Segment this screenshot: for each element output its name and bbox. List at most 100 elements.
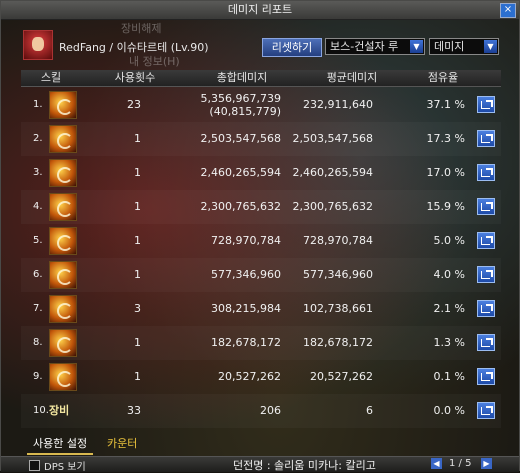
col-average: 평균데미지 bbox=[326, 71, 378, 84]
ghost-myinfo-text: 내 정보(H) bbox=[129, 55, 180, 68]
row-share: 17.0 % bbox=[401, 156, 465, 190]
tab-bar: 사용한 설정 카운터 bbox=[21, 433, 501, 455]
skill-icon bbox=[49, 363, 77, 391]
row-share: 4.0 % bbox=[401, 258, 465, 292]
tab-used-settings[interactable]: 사용한 설정 bbox=[27, 435, 94, 455]
row-share: 37.1 % bbox=[401, 88, 465, 122]
row-average: 2,503,547,568 bbox=[292, 132, 373, 145]
share-arrow-icon[interactable] bbox=[477, 368, 495, 385]
row-share-value: 2.1 bbox=[433, 302, 452, 315]
col-total: 총합데미지 bbox=[216, 71, 268, 84]
row-total: 20,527,262 bbox=[218, 370, 281, 383]
table-row[interactable]: 2. 1 2,503,547,568 2,503,547,568 17.3 % bbox=[21, 122, 501, 156]
stat-select[interactable]: 데미지 ▼ bbox=[429, 38, 499, 55]
row-share-unit: % bbox=[454, 404, 465, 417]
chevron-down-icon[interactable]: ▼ bbox=[484, 40, 497, 53]
close-icon[interactable]: × bbox=[500, 3, 516, 18]
row-share-unit: % bbox=[454, 200, 465, 213]
reset-button[interactable]: 리셋하기 bbox=[262, 38, 322, 57]
avatar-face bbox=[32, 37, 44, 51]
row-share: 15.9 % bbox=[401, 190, 465, 224]
share-arrow-icon[interactable] bbox=[477, 130, 495, 147]
row-rank: 8. bbox=[33, 337, 43, 348]
row-average: 6 bbox=[366, 404, 373, 417]
row-total: 206 bbox=[260, 404, 281, 417]
skill-icon bbox=[49, 91, 77, 119]
col-count: 사용횟수 bbox=[114, 71, 156, 84]
row-share: 1.3 % bbox=[401, 326, 465, 360]
row-share: 0.0 % bbox=[401, 394, 465, 428]
row-average: 232,911,640 bbox=[303, 98, 373, 111]
share-arrow-icon[interactable] bbox=[477, 198, 495, 215]
damage-report-window: 데미지 리포트 × 장비해제 내 정보(H) RedFang / 이슈타르테 (… bbox=[0, 0, 520, 473]
row-share-unit: % bbox=[454, 370, 465, 383]
row-rank: 9. bbox=[33, 371, 43, 382]
row-share-value: 15.9 bbox=[426, 200, 452, 213]
share-arrow-icon[interactable] bbox=[477, 300, 495, 317]
chevron-left-icon[interactable]: ◀ bbox=[431, 458, 442, 469]
row-average: 182,678,172 bbox=[303, 336, 373, 349]
row-count: 23 bbox=[127, 98, 141, 111]
table-row[interactable]: 4. 1 2,300,765,632 2,300,765,632 15.9 % bbox=[21, 190, 501, 224]
share-arrow-icon[interactable] bbox=[477, 402, 495, 419]
row-share-value: 4.0 bbox=[433, 268, 452, 281]
window-titlebar[interactable]: 데미지 리포트 × bbox=[1, 1, 519, 20]
table-row[interactable]: 10. 장비 33 206 6 0.0 % bbox=[21, 394, 501, 428]
row-share-unit: % bbox=[454, 234, 465, 247]
share-arrow-icon[interactable] bbox=[477, 266, 495, 283]
avatar bbox=[23, 30, 53, 60]
row-count: 1 bbox=[134, 234, 141, 247]
row-share-value: 1.3 bbox=[433, 336, 452, 349]
row-total: 182,678,172 bbox=[211, 336, 281, 349]
table-row[interactable]: 8. 1 182,678,172 182,678,172 1.3 % bbox=[21, 326, 501, 360]
share-arrow-icon[interactable] bbox=[477, 164, 495, 181]
row-rank: 7. bbox=[33, 303, 43, 314]
share-arrow-icon[interactable] bbox=[477, 232, 495, 249]
table-row[interactable]: 7. 3 308,215,984 102,738,661 2.1 % bbox=[21, 292, 501, 326]
row-total: 2,300,765,632 bbox=[200, 200, 281, 213]
row-total: 728,970,784 bbox=[211, 234, 281, 247]
character-name: RedFang / 이슈타르테 (Lv.90) bbox=[59, 41, 209, 54]
chevron-down-icon[interactable]: ▼ bbox=[410, 40, 423, 53]
report-header: 장비해제 내 정보(H) RedFang / 이슈타르테 (Lv.90) 리셋하… bbox=[1, 20, 519, 68]
dps-checkbox[interactable] bbox=[29, 460, 40, 471]
skill-icon bbox=[49, 159, 77, 187]
chevron-right-icon[interactable]: ▶ bbox=[481, 458, 492, 469]
share-arrow-icon[interactable] bbox=[477, 96, 495, 113]
row-total: 2,503,547,568 bbox=[200, 132, 281, 145]
row-share: 0.1 % bbox=[401, 360, 465, 394]
row-total: 308,215,984 bbox=[211, 302, 281, 315]
row-count: 1 bbox=[134, 132, 141, 145]
row-average: 102,738,661 bbox=[303, 302, 373, 315]
skill-icon bbox=[49, 227, 77, 255]
table-row[interactable]: 1. 23 5,356,967,739 (40,815,779) 232,911… bbox=[21, 88, 501, 122]
table-row[interactable]: 3. 1 2,460,265,594 2,460,265,594 17.0 % bbox=[21, 156, 501, 190]
row-rank: 6. bbox=[33, 269, 43, 280]
row-average: 2,460,265,594 bbox=[292, 166, 373, 179]
table-header: 스킬 사용횟수 총합데미지 평균데미지 점유율 bbox=[21, 70, 501, 87]
row-total-sub: (40,815,779) bbox=[209, 105, 281, 118]
table-row[interactable]: 6. 1 577,346,960 577,346,960 4.0 % bbox=[21, 258, 501, 292]
row-share-unit: % bbox=[454, 268, 465, 281]
equipment-label: 장비 bbox=[49, 404, 70, 417]
row-total: 5,356,967,739 (40,815,779) bbox=[189, 92, 281, 118]
row-average: 577,346,960 bbox=[303, 268, 373, 281]
row-rank: 10. bbox=[33, 405, 49, 416]
row-share: 5.0 % bbox=[401, 224, 465, 258]
row-share-unit: % bbox=[454, 132, 465, 145]
target-select[interactable]: 보스-건설자 루 ▼ bbox=[325, 38, 425, 55]
row-count: 1 bbox=[134, 200, 141, 213]
row-count: 1 bbox=[134, 370, 141, 383]
table-row[interactable]: 9. 1 20,527,262 20,527,262 0.1 % bbox=[21, 360, 501, 394]
tab-counter[interactable]: 카운터 bbox=[101, 435, 143, 453]
row-share: 17.3 % bbox=[401, 122, 465, 156]
table-row[interactable]: 5. 1 728,970,784 728,970,784 5.0 % bbox=[21, 224, 501, 258]
row-share-value: 5.0 bbox=[433, 234, 452, 247]
skill-icon bbox=[49, 125, 77, 153]
bottom-bar: DPS 보기 던전명 : 솔리움 미카나: 칼리고 ◀ 1 / 5 ▶ bbox=[1, 456, 519, 473]
ghost-unequip-text: 장비해제 bbox=[121, 22, 162, 35]
row-rank: 5. bbox=[33, 235, 43, 246]
row-count: 1 bbox=[134, 268, 141, 281]
row-share-value: 37.1 bbox=[426, 98, 452, 111]
share-arrow-icon[interactable] bbox=[477, 334, 495, 351]
